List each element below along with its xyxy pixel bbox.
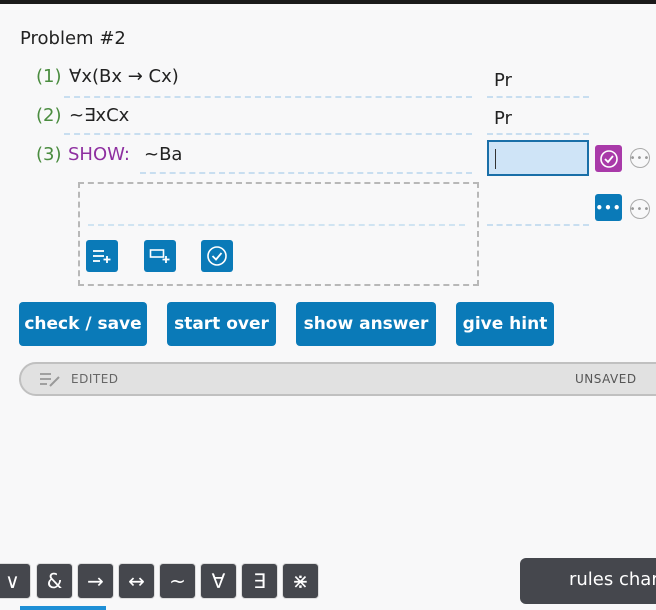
justification-underline — [487, 133, 589, 135]
line-justification[interactable]: Pr — [494, 108, 512, 129]
line-menu-button[interactable]: ••• — [595, 194, 622, 221]
subderivation-box — [78, 182, 479, 286]
symbol-not-key[interactable]: ~ — [159, 563, 196, 599]
show-keyword: SHOW: — [68, 144, 130, 165]
line-number: (1) — [36, 66, 62, 87]
check-circle-icon[interactable] — [595, 145, 622, 172]
edited-status: EDITED — [71, 372, 119, 386]
finish-derivation-icon[interactable] — [201, 240, 233, 272]
symbol-contradiction-key[interactable]: ⋇ — [282, 563, 319, 599]
proof-line-3[interactable]: (3) SHOW: ~Ba — [36, 144, 476, 174]
justification-underline — [487, 96, 589, 98]
rules-chart-label: rules char — [569, 569, 656, 590]
text-caret — [495, 149, 496, 169]
line-justification[interactable]: Pr — [494, 70, 512, 91]
formula-underline — [140, 172, 472, 174]
rules-chart-button[interactable]: rules char — [520, 558, 656, 604]
subderivation-line[interactable] — [88, 224, 465, 226]
check-save-button[interactable]: check / save — [19, 302, 147, 346]
bottom-tab-indicator — [20, 606, 106, 610]
symbol-forall-key[interactable]: ∀ — [200, 563, 237, 599]
symbol-or-key[interactable]: ∨ — [0, 563, 31, 599]
formula-underline — [64, 96, 472, 98]
symbol-exists-key[interactable]: ∃ — [241, 563, 278, 599]
show-answer-button[interactable]: show answer — [296, 302, 436, 346]
symbol-arrow-key[interactable]: → — [77, 563, 114, 599]
line-formula[interactable]: ~∃xCx — [69, 105, 129, 126]
unsaved-status: UNSAVED — [575, 372, 637, 386]
add-subderivation-icon[interactable] — [144, 240, 176, 272]
formula-underline — [64, 133, 472, 135]
symbol-and-key[interactable]: & — [36, 563, 73, 599]
add-line-icon[interactable] — [86, 240, 118, 272]
line-formula[interactable]: ~Ba — [144, 144, 182, 165]
line-number: (3) — [36, 144, 62, 165]
symbol-biconditional-key[interactable]: ↔ — [118, 563, 155, 599]
start-over-button[interactable]: start over — [167, 302, 276, 346]
proof-line-1[interactable]: (1) ∀x(Bx → Cx) — [36, 66, 596, 96]
justification-input[interactable] — [487, 140, 589, 176]
problem-title: Problem #2 — [20, 28, 126, 49]
give-hint-button[interactable]: give hint — [456, 302, 554, 346]
line-number: (2) — [36, 105, 62, 126]
line-formula[interactable]: ∀x(Bx → Cx) — [69, 66, 179, 87]
more-options-icon[interactable]: ••• — [630, 148, 650, 168]
edit-list-icon — [39, 370, 61, 392]
justification-underline — [487, 224, 589, 226]
top-bar — [0, 0, 656, 4]
more-options-icon[interactable]: ••• — [630, 199, 650, 219]
proof-line-2[interactable]: (2) ~∃xCx — [36, 105, 596, 135]
status-bar: EDITED UNSAVED — [19, 362, 656, 396]
